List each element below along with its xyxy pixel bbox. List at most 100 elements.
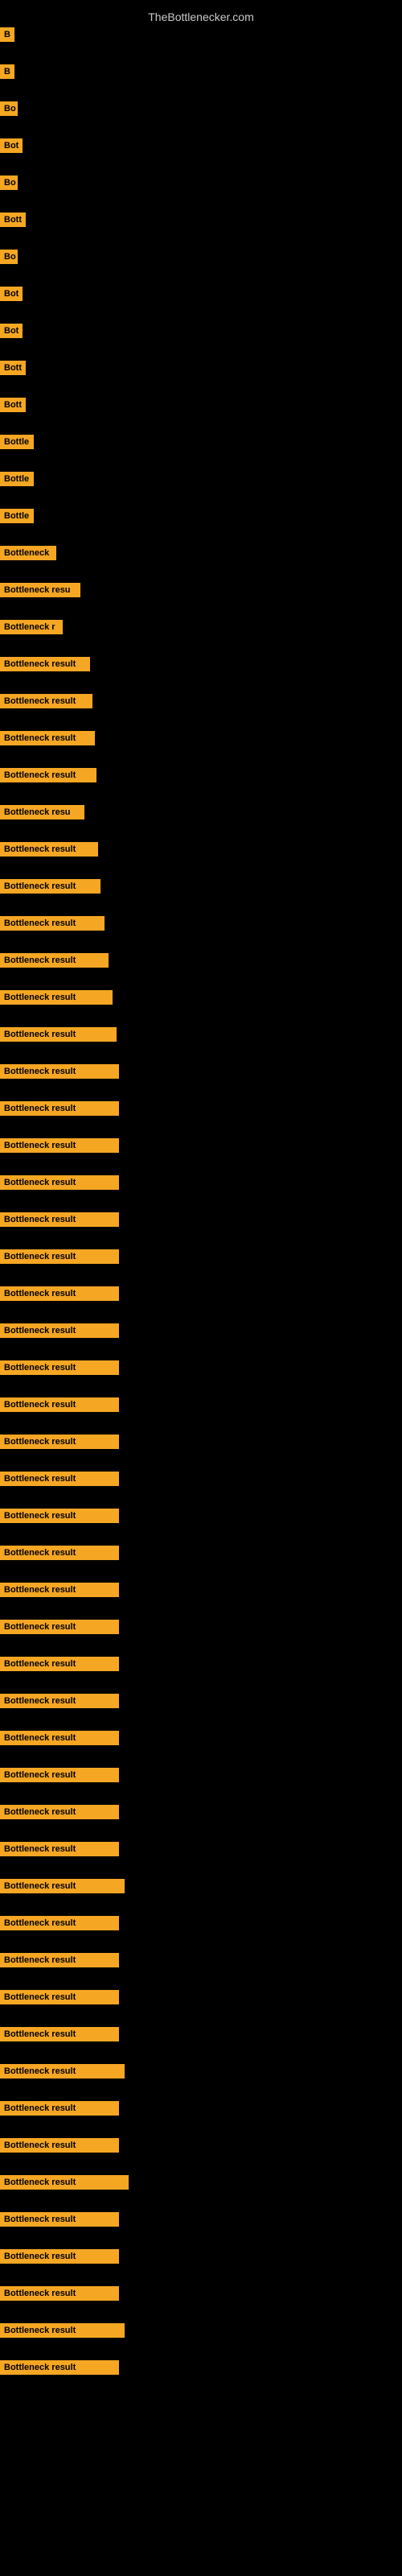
- bottleneck-label: Bottleneck result: [0, 768, 96, 782]
- bottleneck-label: Bottleneck result: [0, 1509, 119, 1523]
- bottleneck-label: Bottleneck result: [0, 1472, 119, 1486]
- list-item: Bottleneck result: [0, 1431, 402, 1468]
- bottleneck-label: Bo: [0, 250, 18, 264]
- bottleneck-label: Bottleneck result: [0, 1027, 117, 1042]
- bottleneck-label: Bottleneck result: [0, 1360, 119, 1375]
- bottleneck-label: Bottleneck result: [0, 1101, 119, 1116]
- bottleneck-label: Bottleneck result: [0, 1768, 119, 1782]
- list-item: Bottleneck result: [0, 1320, 402, 1357]
- bottleneck-label: Bottleneck result: [0, 2027, 119, 2041]
- bottleneck-label: Bottleneck resu: [0, 805, 84, 819]
- list-item: Bottleneck result: [0, 1098, 402, 1135]
- list-item: Bott: [0, 357, 402, 394]
- list-item: Bottleneck result: [0, 1505, 402, 1542]
- list-item: Bottleneck result: [0, 1135, 402, 1172]
- list-item: Bottleneck result: [0, 2283, 402, 2320]
- bottleneck-label: Bottleneck result: [0, 1805, 119, 1819]
- list-item: Bottleneck result: [0, 1802, 402, 1839]
- bottleneck-label: Bottleneck result: [0, 1583, 119, 1597]
- list-item: Bot: [0, 135, 402, 172]
- bottleneck-label: Bottleneck result: [0, 1175, 119, 1190]
- list-item: Bottleneck: [0, 543, 402, 580]
- list-item: Bottleneck result: [0, 1690, 402, 1728]
- list-item: Bot: [0, 283, 402, 320]
- list-item: Bottle: [0, 469, 402, 506]
- list-item: Bottleneck result: [0, 1913, 402, 1950]
- bottleneck-label: Bottleneck result: [0, 2175, 129, 2190]
- bottleneck-label: Bot: [0, 324, 23, 338]
- list-item: Bottleneck result: [0, 1765, 402, 1802]
- list-item: Bottleneck result: [0, 1394, 402, 1431]
- bottleneck-label: Bottleneck result: [0, 990, 113, 1005]
- bottleneck-label: Bottleneck result: [0, 1323, 119, 1338]
- bottleneck-label: Bott: [0, 361, 26, 375]
- bottleneck-label: Bottleneck result: [0, 1620, 119, 1634]
- bottleneck-label: Bottleneck result: [0, 1916, 119, 1930]
- bottleneck-label: Bottleneck result: [0, 657, 90, 671]
- list-item: Bottleneck result: [0, 839, 402, 876]
- list-item: Bottleneck result: [0, 1950, 402, 1987]
- list-item: Bottleneck result: [0, 1468, 402, 1505]
- list-item: Bottleneck result: [0, 2246, 402, 2283]
- list-item: Bottle: [0, 506, 402, 543]
- bottleneck-label: Bottleneck result: [0, 1397, 119, 1412]
- list-item: Bottleneck result: [0, 1542, 402, 1579]
- items-container: BB Bo Bot Bo Bott Bo Bot Bot Bott Bott Bottle Bottl…: [0, 24, 402, 2394]
- bottleneck-label: Bottleneck result: [0, 879, 100, 894]
- list-item: Bottleneck result: [0, 913, 402, 950]
- bottleneck-label: Bottleneck result: [0, 1879, 125, 1893]
- bottleneck-label: Bott: [0, 398, 26, 412]
- bottleneck-label: Bottle: [0, 472, 34, 486]
- bottleneck-label: Bot: [0, 287, 23, 301]
- list-item: Bottleneck result: [0, 2209, 402, 2246]
- bottleneck-label: Bo: [0, 175, 18, 190]
- list-item: Bot: [0, 320, 402, 357]
- list-item: Bo: [0, 246, 402, 283]
- list-item: Bottleneck resu: [0, 802, 402, 839]
- bottleneck-label: Bottleneck result: [0, 1694, 119, 1708]
- list-item: Bottleneck result: [0, 1653, 402, 1690]
- bottleneck-label: Bottleneck result: [0, 1657, 119, 1671]
- list-item: Bottleneck result: [0, 2172, 402, 2209]
- bottleneck-label: Bottleneck result: [0, 1435, 119, 1449]
- list-item: Bottleneck result: [0, 1579, 402, 1616]
- list-item: Bottleneck result: [0, 728, 402, 765]
- list-item: Bottleneck result: [0, 987, 402, 1024]
- bottleneck-label: Bottleneck result: [0, 731, 95, 745]
- bottleneck-label: Bott: [0, 213, 26, 227]
- bottleneck-label: Bottleneck result: [0, 1286, 119, 1301]
- bottleneck-label: Bottleneck result: [0, 842, 98, 857]
- bottleneck-label: Bot: [0, 138, 23, 153]
- bottleneck-label: Bottleneck result: [0, 1731, 119, 1745]
- list-item: Bottleneck result: [0, 1876, 402, 1913]
- list-item: Bottleneck resu: [0, 580, 402, 617]
- list-item: Bottleneck result: [0, 1024, 402, 1061]
- bottleneck-label: Bottleneck result: [0, 2101, 119, 2116]
- list-item: Bottleneck result: [0, 1357, 402, 1394]
- list-item: Bott: [0, 209, 402, 246]
- list-item: Bottleneck r: [0, 617, 402, 654]
- list-item: B: [0, 24, 402, 61]
- list-item: Bottleneck result: [0, 950, 402, 987]
- list-item: Bottleneck result: [0, 2098, 402, 2135]
- list-item: Bottleneck result: [0, 2135, 402, 2172]
- bottleneck-label: Bottleneck result: [0, 1138, 119, 1153]
- list-item: Bottleneck result: [0, 1209, 402, 1246]
- bottleneck-label: Bottleneck result: [0, 2286, 119, 2301]
- list-item: Bottleneck result: [0, 1839, 402, 1876]
- bottleneck-label: Bottleneck result: [0, 2138, 119, 2153]
- list-item: Bottleneck result: [0, 1283, 402, 1320]
- bottleneck-label: B: [0, 64, 14, 79]
- bottleneck-label: Bottle: [0, 509, 34, 523]
- bottleneck-label: Bottleneck result: [0, 916, 105, 931]
- bottleneck-label: Bo: [0, 101, 18, 116]
- list-item: Bo: [0, 172, 402, 209]
- list-item: Bottleneck result: [0, 1061, 402, 1098]
- bottleneck-label: Bottleneck result: [0, 1990, 119, 2004]
- list-item: Bottleneck result: [0, 654, 402, 691]
- bottleneck-label: Bottleneck result: [0, 1212, 119, 1227]
- bottleneck-label: Bottleneck resu: [0, 583, 80, 597]
- list-item: Bottleneck result: [0, 876, 402, 913]
- bottleneck-label: Bottleneck: [0, 546, 56, 560]
- list-item: Bo: [0, 98, 402, 135]
